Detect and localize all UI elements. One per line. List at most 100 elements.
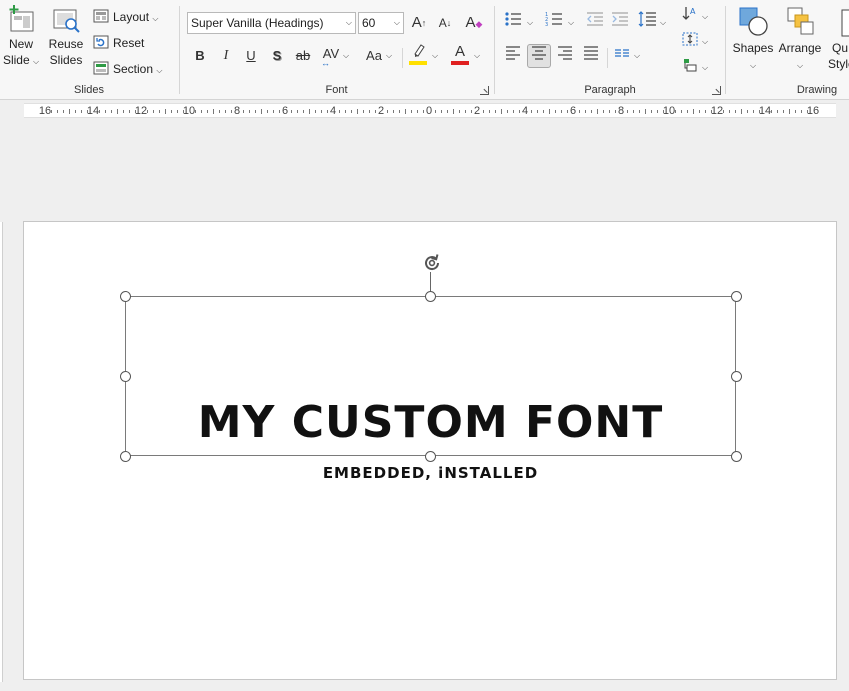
change-case-icon: Aa [366,48,382,63]
chevron-down-icon[interactable]: ⌵ [568,18,574,28]
bullets-button[interactable] [501,11,525,35]
ruler-tick [117,109,118,114]
arrange-button[interactable]: Arrange ⌵ [778,4,822,74]
smartart-icon [684,59,697,72]
align-center-button[interactable] [527,44,551,68]
text-shadow-button[interactable]: S [265,44,289,68]
resize-handle-bottom-left[interactable] [120,451,131,462]
svg-text:3: 3 [545,22,548,27]
ruler-tick [63,110,64,113]
text-direction-button[interactable]: A [678,5,702,29]
new-slide-button[interactable]: New Slide ⌵ [2,4,40,70]
ruler-tick [255,110,256,113]
resize-handle-top-left[interactable] [120,291,131,302]
chevron-down-icon[interactable]: ⌵ [702,63,708,73]
line-spacing-button[interactable] [635,11,659,35]
shapes-button[interactable]: Shapes ⌵ [732,4,774,74]
underline-button[interactable]: U [239,44,263,68]
ruler-label: 14 [86,105,100,117]
numbering-button[interactable]: 123 [542,11,566,35]
slide-canvas[interactable]: MY CUSTOM FONT EMBEDDED, iNSTALLED [23,221,837,680]
paragraph-group: ⌵ 123 ⌵ ⌵ ⌵ A ⌵ ⌵ ⌵ Paragraph [495,0,725,100]
align-text-button[interactable] [678,30,702,54]
section-button[interactable]: Section ⌵ [93,58,162,80]
character-spacing-button[interactable]: AV ↔ [317,42,345,68]
font-size-combobox[interactable]: 60 ⌵ [358,12,404,34]
ruler-tick [657,110,658,113]
quick-styles-button[interactable]: Qu Style [826,4,849,72]
reuse-slides-label-2: Slides [49,53,83,67]
horizontal-ruler[interactable]: 16 14 12 10 8 6 4 2 0 2 4 6 8 10 12 14 16 [24,103,836,118]
reuse-slides-button[interactable]: Reuse Slides [46,4,86,68]
ruler-tick [177,110,178,113]
reset-button[interactable]: Reset [93,32,144,54]
chevron-down-icon[interactable]: ⌵ [386,51,392,61]
chevron-down-icon[interactable]: ⌵ [394,13,400,33]
convert-to-smartart-button[interactable] [678,56,702,80]
ruler-tick [693,109,694,114]
resize-handle-top[interactable] [425,291,436,302]
ruler-tick [729,110,730,113]
ruler-tick [153,110,154,113]
ruler-label: 12 [134,105,148,117]
clear-formatting-button[interactable]: A◆ [462,11,486,35]
ruler-tick [549,109,550,114]
ruler-tick [561,110,562,113]
chevron-down-icon[interactable]: ⌵ [346,13,352,33]
bold-button[interactable]: B [188,44,212,68]
chevron-down-icon[interactable]: ⌵ [702,12,708,22]
chevron-down-icon: ⌵ [156,66,163,75]
ruler-tick [111,110,112,113]
ruler-tick [159,110,160,113]
resize-handle-left[interactable] [120,371,131,382]
font-name-combobox[interactable]: Super Vanilla (Headings) ⌵ [187,12,356,34]
slide-subtitle[interactable]: EMBEDDED, iNSTALLED [125,464,736,482]
layout-label: Layout [113,10,150,24]
ruler-tick [615,110,616,113]
reuse-slides-label-1: Reuse [48,37,84,51]
ruler-tick [105,110,106,113]
chevron-down-icon[interactable]: ⌵ [343,51,349,61]
decrease-indent-button[interactable] [583,11,607,35]
chevron-down-icon[interactable]: ⌵ [527,18,533,28]
layout-button[interactable]: Layout ⌵ [93,6,158,28]
shrink-font-button[interactable]: A↓ [433,11,457,35]
underline-icon: U [246,48,256,63]
rotate-handle-icon[interactable] [420,251,444,275]
ruler-tick [543,110,544,113]
grow-font-button[interactable]: A↑ [407,11,431,35]
chevron-down-icon[interactable]: ⌵ [634,51,640,61]
italic-button[interactable]: I [214,44,238,68]
slide-title[interactable]: MY CUSTOM FONT [125,398,736,448]
strikethrough-button[interactable]: ab [291,44,315,68]
justify-button[interactable] [579,44,603,68]
ruler-tick [195,110,196,113]
font-dialog-launcher-icon[interactable] [480,86,489,95]
align-left-button[interactable] [501,44,525,68]
font-color-button[interactable]: A [448,40,472,65]
columns-button[interactable] [610,44,634,68]
ruler-tick [387,110,388,113]
ruler-tick [321,110,322,113]
resize-handle-bottom-right[interactable] [731,451,742,462]
chevron-down-icon[interactable]: ⌵ [474,51,480,61]
ruler-label: 10 [182,105,196,117]
resize-handle-right[interactable] [731,371,742,382]
chevron-down-icon[interactable]: ⌵ [702,37,708,47]
align-right-button[interactable] [553,44,577,68]
increase-indent-button[interactable] [608,11,632,35]
resize-handle-top-right[interactable] [731,291,742,302]
ruler-label: 0 [425,105,433,117]
resize-handle-bottom[interactable] [425,451,436,462]
numbering-icon: 123 [545,12,562,28]
font-color-icon: A [454,43,465,60]
change-case-button[interactable]: Aa [361,44,387,68]
ruler-tick [315,110,316,113]
highlight-color-button[interactable] [407,42,431,66]
chevron-down-icon[interactable]: ⌵ [432,51,438,61]
chevron-down-icon[interactable]: ⌵ [660,18,666,28]
paragraph-dialog-launcher-icon[interactable] [712,86,721,95]
reset-icon [93,35,109,49]
highlighter-icon [414,44,425,57]
ruler-tick [699,110,700,113]
